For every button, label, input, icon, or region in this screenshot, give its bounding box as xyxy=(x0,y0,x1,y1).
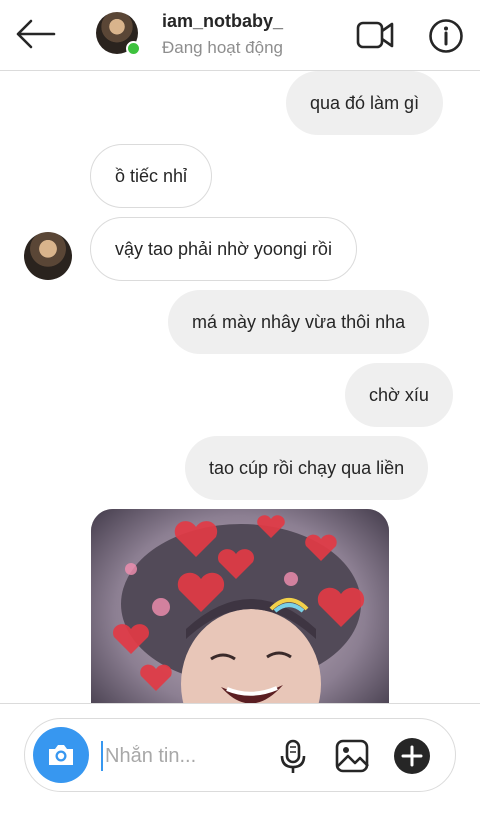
message-input[interactable] xyxy=(105,737,275,775)
header-avatar[interactable] xyxy=(96,12,141,56)
gallery-icon[interactable] xyxy=(335,739,369,773)
message-bubble-received[interactable]: ồ tiếc nhỉ xyxy=(90,144,213,208)
plus-icon[interactable] xyxy=(393,737,431,775)
message-bubble-sent[interactable]: qua đó làm gì xyxy=(286,71,444,135)
info-icon[interactable] xyxy=(428,18,464,54)
shared-photo[interactable] xyxy=(91,509,389,703)
chat-username[interactable]: iam_notbaby_ xyxy=(162,11,283,32)
message-bubble-sent[interactable]: chờ xíu xyxy=(345,363,453,427)
camera-icon xyxy=(49,745,73,765)
message-composer xyxy=(24,718,456,792)
online-status-dot xyxy=(126,41,141,56)
message-bubble-sent[interactable]: tao cúp rồi chạy qua liền xyxy=(185,436,429,500)
message-bubble-sent[interactable]: má mày nhây vừa thôi nha xyxy=(168,290,430,354)
microphone-icon[interactable] xyxy=(277,739,309,775)
message-thread[interactable]: qua đó làm gì ồ tiếc nhỉ vậy tao phải nh… xyxy=(0,71,480,703)
video-call-icon[interactable] xyxy=(355,18,395,52)
composer-bar xyxy=(0,703,480,813)
sender-avatar[interactable] xyxy=(24,232,72,280)
active-status: Đang hoạt động xyxy=(162,38,283,57)
message-bubble-received[interactable]: vậy tao phải nhờ yoongi rồi xyxy=(90,217,357,281)
chat-header: iam_notbaby_ Đang hoạt động xyxy=(0,0,480,71)
text-cursor xyxy=(101,741,103,771)
back-arrow-icon[interactable] xyxy=(14,18,58,50)
camera-button[interactable] xyxy=(33,727,89,783)
